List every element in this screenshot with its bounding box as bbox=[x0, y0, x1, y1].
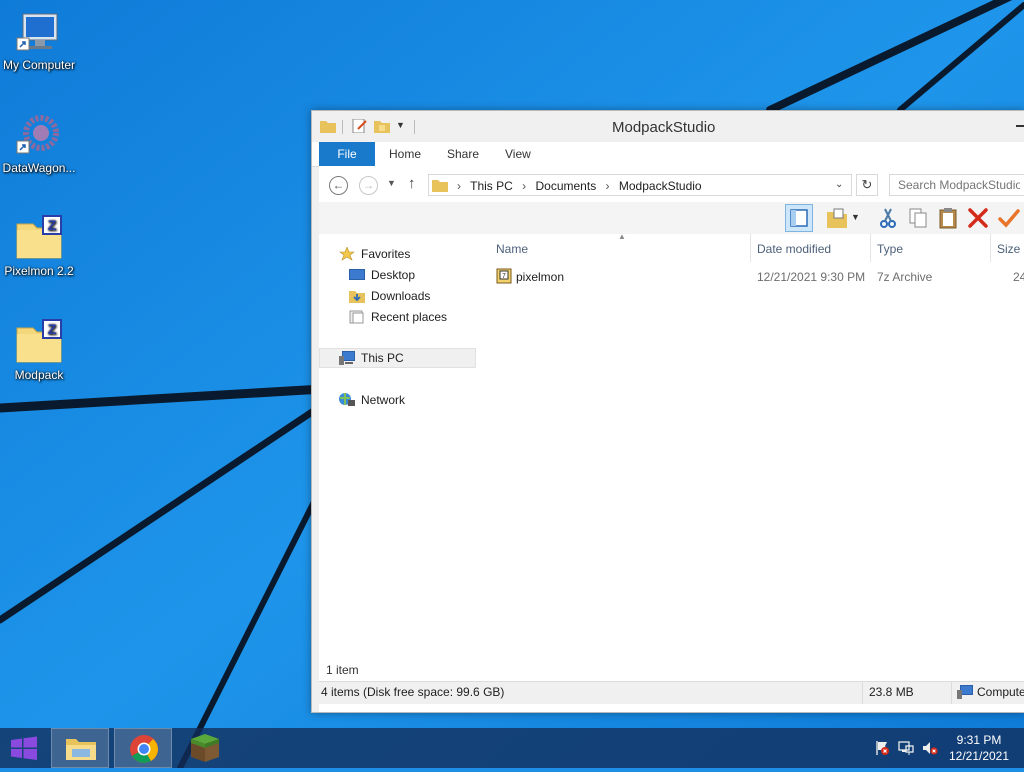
status-separator bbox=[862, 682, 863, 704]
breadcrumb: › This PC › Documents › ModpackStudio bbox=[457, 179, 708, 193]
address-row: ← → ▼ ↑ › This PC › Documents › ModpackS… bbox=[319, 166, 1024, 202]
desktop-icon-modpack[interactable]: Z Modpack bbox=[0, 318, 78, 382]
zip-folder-icon: Z bbox=[15, 214, 63, 262]
delete-icon[interactable] bbox=[966, 206, 990, 230]
downloads-icon bbox=[349, 289, 365, 303]
clock-date: 12/21/2021 bbox=[948, 749, 1010, 763]
ribbon-tabs: File Home Share View bbox=[312, 142, 1024, 167]
address-bar[interactable]: › This PC › Documents › ModpackStudio ⌄ bbox=[428, 174, 852, 196]
copy-icon[interactable] bbox=[906, 206, 930, 230]
title-bar[interactable]: ▼ ModpackStudio bbox=[312, 111, 1024, 142]
breadcrumb-modpackstudio[interactable]: ModpackStudio bbox=[619, 179, 702, 193]
taskbar-chrome[interactable] bbox=[114, 728, 172, 768]
scissors-icon[interactable] bbox=[876, 206, 900, 230]
paste-icon[interactable] bbox=[936, 206, 960, 230]
archive-file-icon: 7 bbox=[496, 268, 512, 284]
desktop-icon-pixelmon[interactable]: Z Pixelmon 2.2 bbox=[0, 214, 78, 278]
clock-time: 9:31 PM bbox=[956, 733, 1002, 747]
window-title: ModpackStudio bbox=[612, 119, 716, 136]
file-name-cell[interactable]: 7 pixelmon bbox=[496, 268, 564, 286]
start-button[interactable] bbox=[0, 728, 48, 768]
breadcrumb-separator: › bbox=[605, 179, 610, 193]
this-pc-icon bbox=[957, 684, 973, 699]
command-toolbar: ▼ bbox=[319, 202, 1024, 235]
nav-recent-places[interactable]: Recent places bbox=[349, 307, 447, 327]
tab-file[interactable]: File bbox=[319, 142, 375, 166]
folder-options-icon[interactable] bbox=[825, 206, 849, 230]
status-separator bbox=[951, 682, 952, 704]
computer-icon bbox=[15, 8, 63, 56]
file-explorer-icon bbox=[66, 739, 96, 760]
table-row[interactable]: 7 pixelmon 12/21/2021 9:30 PM 7z Archive … bbox=[477, 234, 1024, 294]
breadcrumb-separator: › bbox=[457, 179, 461, 193]
zip-folder-icon: Z bbox=[15, 318, 63, 366]
tab-home[interactable]: Home bbox=[389, 142, 421, 166]
nav-network[interactable]: Network bbox=[339, 390, 405, 410]
tab-share[interactable]: Share bbox=[447, 142, 479, 166]
status-bar: 4 items (Disk free space: 99.6 GB) 23.8 … bbox=[319, 681, 1024, 704]
file-date-cell: 12/21/2021 9:30 PM bbox=[757, 270, 866, 284]
nav-downloads[interactable]: Downloads bbox=[349, 286, 430, 306]
folder-options-dropdown-icon[interactable]: ▼ bbox=[851, 212, 860, 222]
nav-this-pc[interactable]: This PC bbox=[339, 348, 404, 368]
svg-text:Z: Z bbox=[48, 217, 57, 233]
gear-icon bbox=[15, 111, 63, 159]
up-button[interactable]: ↑ bbox=[408, 175, 416, 192]
grass-block-icon bbox=[191, 734, 219, 762]
folder-icon bbox=[432, 180, 448, 192]
recent-places-icon bbox=[349, 310, 365, 324]
network-status-icon[interactable] bbox=[898, 740, 914, 756]
taskbar: 9:31 PM 12/21/2021 bbox=[0, 728, 1024, 768]
status-location: Compute bbox=[957, 684, 1024, 700]
volume-muted-icon[interactable] bbox=[922, 740, 938, 756]
preview-pane-button[interactable] bbox=[785, 204, 813, 232]
status-size: 23.8 MB bbox=[869, 685, 914, 699]
breadcrumb-separator: › bbox=[522, 179, 527, 193]
svg-text:7: 7 bbox=[502, 273, 506, 280]
item-count: 1 item bbox=[326, 663, 359, 677]
qat-separator bbox=[342, 120, 343, 134]
search-input[interactable] bbox=[889, 174, 1024, 196]
address-dropdown-icon[interactable]: ⌄ bbox=[835, 179, 843, 190]
desktop-icon-datawagon[interactable]: DataWagon... bbox=[0, 111, 78, 175]
recent-locations-dropdown-icon[interactable]: ▼ bbox=[387, 178, 396, 188]
tab-view[interactable]: View bbox=[505, 142, 531, 166]
status-items: 4 items (Disk free space: 99.6 GB) bbox=[321, 685, 505, 699]
chrome-icon bbox=[130, 735, 158, 763]
system-clock[interactable]: 9:31 PM 12/21/2021 bbox=[944, 732, 1014, 764]
file-list: ▲ Name Date modified Type Size 7 pixelmon… bbox=[477, 232, 1024, 679]
network-icon bbox=[339, 392, 355, 407]
new-folder-icon[interactable] bbox=[374, 119, 390, 133]
desktop-icon-my-computer[interactable]: My Computer bbox=[0, 8, 78, 72]
nav-desktop[interactable]: Desktop bbox=[349, 265, 415, 285]
qat-separator bbox=[414, 120, 415, 134]
checkmark-icon[interactable] bbox=[997, 206, 1021, 230]
taskbar-minecraft[interactable] bbox=[176, 728, 234, 768]
windows-logo-icon bbox=[11, 736, 37, 760]
desktop-icon bbox=[349, 268, 365, 282]
file-size-cell: 24 bbox=[1013, 270, 1024, 284]
svg-text:Z: Z bbox=[48, 321, 57, 337]
star-icon bbox=[339, 246, 355, 261]
breadcrumb-documents[interactable]: Documents bbox=[536, 179, 597, 193]
folder-icon[interactable] bbox=[320, 119, 336, 133]
minimize-button[interactable] bbox=[1016, 125, 1024, 127]
breadcrumb-this-pc[interactable]: This PC bbox=[470, 179, 513, 193]
qat-dropdown-icon[interactable]: ▼ bbox=[396, 120, 405, 130]
this-pc-icon bbox=[339, 350, 355, 365]
file-type-cell: 7z Archive bbox=[877, 270, 933, 284]
navigation-pane: Favorites Desktop Downloads Recent place… bbox=[319, 234, 477, 679]
nav-favorites[interactable]: Favorites bbox=[339, 244, 410, 264]
properties-icon[interactable] bbox=[352, 119, 368, 133]
explorer-window[interactable]: ▼ ModpackStudio File Home Share View ← →… bbox=[311, 110, 1024, 713]
pane-icon bbox=[790, 209, 808, 227]
taskbar-file-explorer[interactable] bbox=[51, 728, 109, 768]
action-center-flag-icon[interactable] bbox=[874, 740, 890, 756]
forward-button[interactable]: → bbox=[359, 176, 378, 195]
back-button[interactable]: ← bbox=[329, 176, 348, 195]
refresh-button[interactable]: ↻ bbox=[856, 174, 878, 196]
